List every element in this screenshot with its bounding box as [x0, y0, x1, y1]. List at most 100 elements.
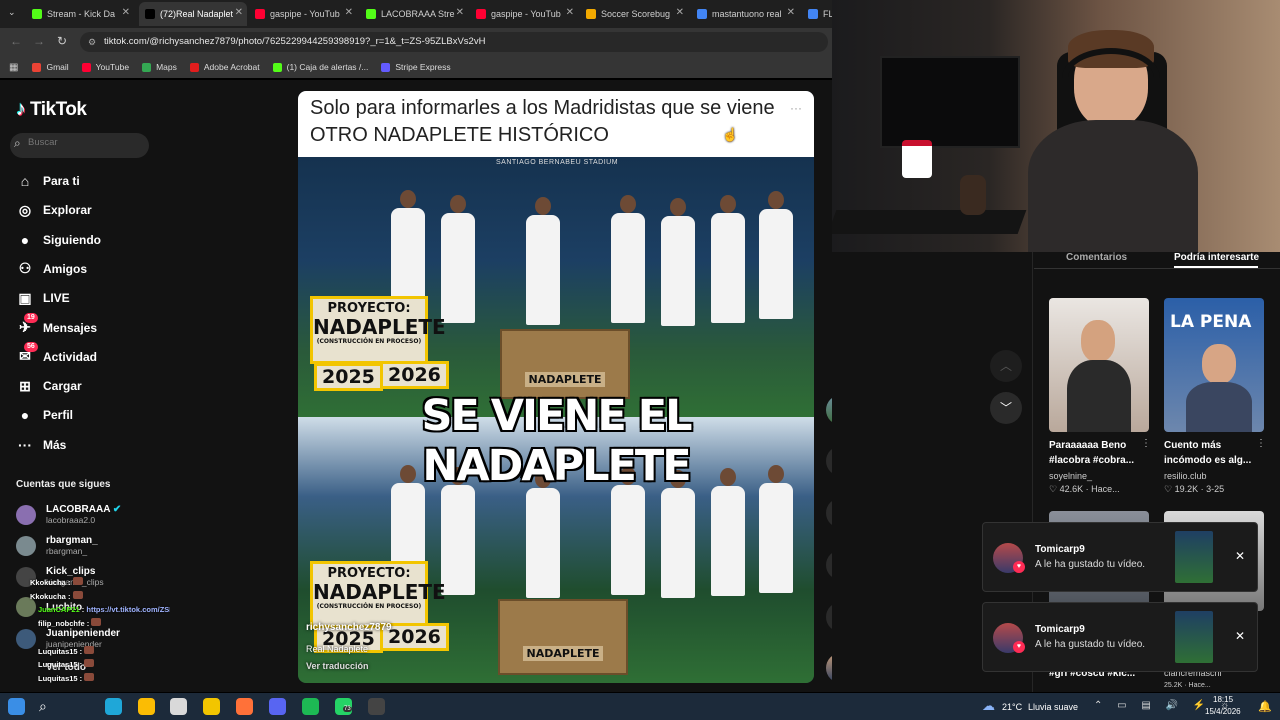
reload-icon[interactable]: ↻	[57, 34, 67, 48]
close-icon[interactable]: ✕	[1235, 549, 1245, 563]
tab-close-icon[interactable]: ✕	[345, 7, 353, 18]
clock-date[interactable]: 15/4/2026	[1205, 707, 1241, 716]
nav-item[interactable]: ● Perfil	[16, 406, 73, 424]
bookmark-item[interactable]: Maps	[142, 62, 177, 72]
tab-bar-border	[1034, 268, 1280, 269]
nav-item[interactable]: ▣ LIVE	[16, 289, 70, 307]
browser-tab[interactable]: Stream - Kick Da ✕	[26, 2, 134, 26]
tab-recommended[interactable]: Podría interesarte	[1174, 252, 1259, 263]
chat-user: Luquitas15	[38, 674, 78, 683]
suggestion-author-1[interactable]: soyelnine_	[1049, 471, 1092, 481]
tab-close-icon[interactable]: ✕	[566, 7, 574, 18]
chat-message: Luquitas15 :	[38, 646, 95, 656]
browser-tab[interactable]: FL	[802, 2, 832, 26]
suggestion-author-2[interactable]: resilio.club	[1164, 471, 1207, 481]
nav-item[interactable]: ⌂ Para ti	[16, 172, 80, 190]
suggestion-title-1a[interactable]: Paraaaaaa Beno	[1049, 438, 1126, 453]
nav-item[interactable]: ✉ 56 Actividad	[16, 341, 97, 366]
notification-bell-icon[interactable]: 🔔	[1258, 700, 1272, 713]
more-options-icon[interactable]: ···	[790, 101, 802, 115]
nav-item[interactable]: ⊞ Cargar	[16, 377, 82, 395]
firefox-icon[interactable]	[236, 698, 253, 715]
site-info-icon[interactable]: ⚙	[88, 32, 96, 52]
whatsapp-icon[interactable]: 73	[335, 698, 352, 715]
browser-tab[interactable]: gaspipe - YouTub ✕	[470, 2, 578, 26]
nav-label: LIVE	[43, 291, 70, 306]
tab-close-icon[interactable]: ✕	[787, 7, 795, 18]
spotify-icon[interactable]	[302, 698, 319, 715]
nav-item[interactable]: ⚇ Amigos	[16, 260, 87, 278]
chat-message: Kkokucha :	[30, 577, 83, 587]
bookmark-item[interactable]: Adobe Acrobat	[189, 62, 260, 72]
bookmark-item[interactable]: Gmail	[32, 62, 69, 72]
windows-start-icon[interactable]	[8, 698, 25, 715]
weather-text[interactable]: Lluvia suave	[1028, 702, 1078, 712]
search-box[interactable]: ⌕	[10, 133, 149, 158]
tab-close-icon[interactable]: ✕	[456, 7, 464, 18]
obs-icon[interactable]	[368, 698, 385, 715]
upload-icon: ⊞	[19, 377, 31, 394]
notification-text: A le ha gustado tu vídeo.	[1035, 639, 1146, 650]
tab-favicon-icon	[697, 9, 707, 19]
tab-search-dropdown[interactable]: ⌄	[8, 7, 20, 19]
scroll-down-button[interactable]: ﹀	[990, 392, 1022, 424]
nav-item[interactable]: ✈ 19 Mensajes	[16, 312, 97, 337]
player-figure	[611, 213, 645, 323]
nav-item[interactable]: ● Siguiendo	[16, 231, 101, 249]
suggestion-title-2b[interactable]: incómodo es alg...	[1164, 453, 1251, 468]
tab-comments[interactable]: Comentarios	[1066, 252, 1127, 263]
discord-icon[interactable]	[269, 698, 286, 715]
notification-toast[interactable]: ♥ Tomicarp9 A le ha gustado tu vídeo. ✕	[982, 522, 1258, 592]
bookmark-item[interactable]: Stripe Express	[381, 62, 451, 72]
browser-tab[interactable]: (72)Real Nadaplet ✕	[139, 2, 247, 26]
tiktok-logo[interactable]: ♪ TikTok	[16, 98, 87, 121]
search-input[interactable]	[28, 137, 143, 148]
weather-temp[interactable]: 21°C	[1002, 702, 1022, 712]
edge-icon[interactable]	[105, 698, 122, 715]
avatar	[16, 628, 36, 649]
url-field[interactable]: ⚙ tiktok.com/@richysanchez7879/photo/762…	[80, 32, 828, 52]
suggestion-title-1b[interactable]: #lacobra #cobra...	[1049, 453, 1134, 468]
suggestion-more-icon-1[interactable]: ⋮	[1141, 438, 1151, 449]
chat-user: Luquitas15	[38, 647, 78, 656]
back-icon[interactable]: ←	[10, 34, 22, 48]
store-icon[interactable]	[170, 698, 187, 715]
chat-user: Luquitas15	[38, 660, 78, 669]
scroll-up-button[interactable]: ︿	[990, 350, 1022, 382]
bookmark-item[interactable]: (1) Caja de alertas /...	[272, 62, 368, 72]
browser-tab[interactable]: gaspipe - YouTub ✕	[249, 2, 357, 26]
suggestion-more-icon-2[interactable]: ⋮	[1256, 438, 1266, 449]
photo-post[interactable]: Solo para informarles a los Madridistas …	[298, 91, 814, 683]
search-icon[interactable]: ⌕	[39, 698, 56, 715]
bookmark-item[interactable]: YouTube	[81, 62, 129, 72]
tab-close-icon[interactable]: ✕	[235, 7, 243, 18]
project-sign-top: PROYECTO: NADAPLETE (CONSTRUCCIÓN EN PRO…	[310, 296, 446, 364]
nav-item[interactable]: ··· Más	[16, 436, 66, 454]
following-account[interactable]: rbargman_ rbargman_	[16, 535, 98, 556]
avatar	[16, 535, 36, 556]
post-author[interactable]: richysanchez7879	[306, 622, 392, 633]
player-head	[670, 198, 686, 216]
chrome-icon[interactable]	[138, 698, 155, 715]
tab-close-icon[interactable]: ✕	[122, 7, 130, 18]
forward-icon[interactable]: →	[33, 34, 45, 48]
close-icon[interactable]: ✕	[1235, 629, 1245, 643]
browser-tab[interactable]: mastantuono real ✕	[691, 2, 799, 26]
file-explorer-icon[interactable]	[203, 698, 220, 715]
nav-item[interactable]: ◎ Explorar	[16, 201, 92, 219]
clock-time[interactable]: 18:15	[1213, 695, 1233, 704]
following-account[interactable]: LACOBRAAA ✔ lacobraaa2.0	[16, 504, 121, 525]
suggestion-card-1[interactable]	[1049, 298, 1149, 432]
notification-toast[interactable]: ♥ Tomicarp9 A le ha gustado tu vídeo. ✕	[982, 602, 1258, 672]
browser-tab[interactable]: LACOBRAAA Stre ✕	[360, 2, 468, 26]
browser-tab[interactable]: Soccer Scorebug ✕	[580, 2, 688, 26]
suggestion-title-2a[interactable]: Cuento más	[1164, 438, 1221, 453]
tiktok-note-icon: ♪	[16, 98, 26, 120]
weather-icon: ☁	[982, 698, 995, 713]
suggestion-card-2[interactable]: LA PENA	[1164, 298, 1264, 432]
nav-label: Para ti	[43, 174, 80, 188]
translate-link[interactable]: Ver traducción	[306, 661, 369, 671]
nav-label: Siguiendo	[43, 232, 101, 247]
tab-close-icon[interactable]: ✕	[676, 7, 684, 18]
apps-grid-icon[interactable]: ▦	[9, 62, 18, 73]
